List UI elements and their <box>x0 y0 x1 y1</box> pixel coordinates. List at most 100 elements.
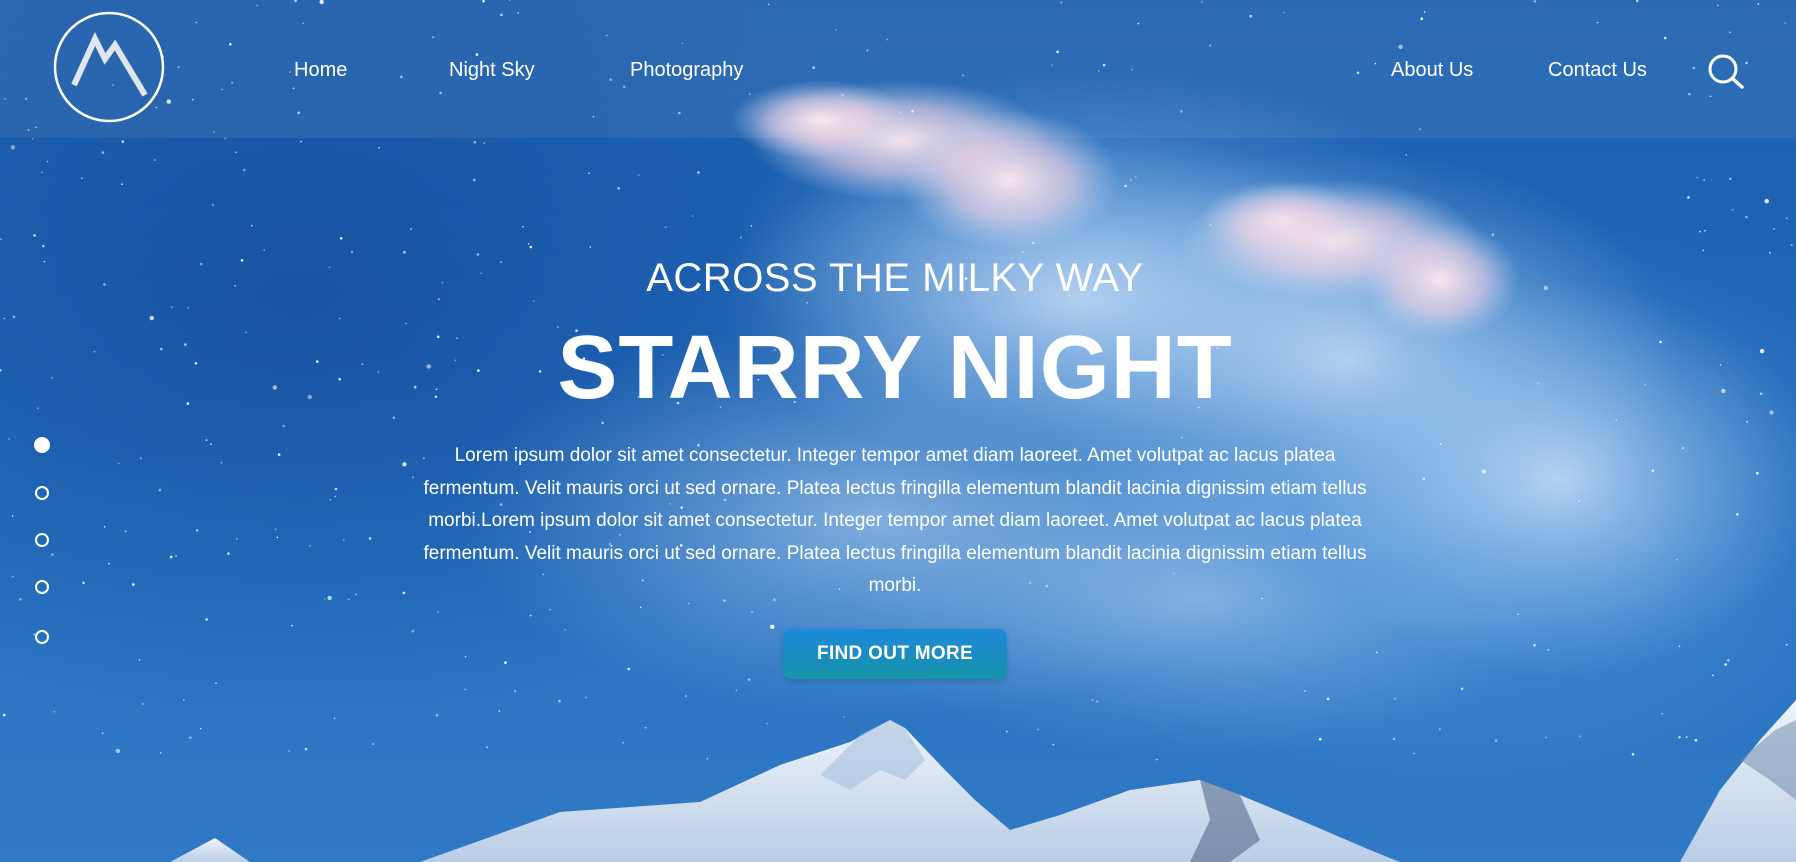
slide-dot-3[interactable] <box>35 533 49 547</box>
nav-link-photography[interactable]: Photography <box>630 57 743 83</box>
star <box>766 722 768 725</box>
star <box>747 678 751 681</box>
nav-link-home[interactable]: Home <box>294 57 347 83</box>
star <box>1678 735 1681 739</box>
star <box>473 178 476 182</box>
star <box>622 742 624 744</box>
star <box>1440 443 1442 446</box>
star <box>1096 700 1098 703</box>
star <box>33 234 36 237</box>
star <box>1439 728 1441 730</box>
star <box>368 537 372 540</box>
star <box>483 142 486 144</box>
star <box>81 177 83 179</box>
star <box>1405 154 1408 156</box>
star <box>549 608 551 611</box>
star <box>687 602 690 605</box>
hero-description: Lorem ipsum dolor sit amet consectetur. … <box>423 445 1367 596</box>
star <box>1135 176 1137 178</box>
star <box>1156 758 1158 761</box>
star <box>1376 651 1378 654</box>
star <box>527 243 530 245</box>
star <box>51 553 54 556</box>
slide-dot-5[interactable] <box>35 630 49 644</box>
star <box>0 238 2 240</box>
star <box>1517 613 1519 616</box>
star <box>1736 513 1739 516</box>
star <box>558 699 561 703</box>
star <box>304 747 308 751</box>
star <box>1631 753 1635 756</box>
star <box>1006 730 1008 733</box>
star <box>402 591 406 595</box>
star <box>1545 736 1548 739</box>
star <box>355 593 358 596</box>
star <box>169 555 173 559</box>
star <box>1181 436 1183 439</box>
slide-dot-1[interactable] <box>34 437 50 453</box>
star <box>1661 712 1664 715</box>
star <box>751 611 753 614</box>
find-out-more-button[interactable]: FIND OUT MORE <box>783 629 1007 679</box>
star <box>1745 215 1748 219</box>
nav-link-contact-us[interactable]: Contact Us <box>1548 57 1647 83</box>
star <box>1578 735 1581 737</box>
star <box>291 624 293 627</box>
star <box>486 746 488 748</box>
star <box>138 659 141 661</box>
nav-link-about-us[interactable]: About Us <box>1391 57 1473 83</box>
star <box>1756 471 1759 475</box>
star <box>101 151 105 154</box>
star <box>1703 179 1705 181</box>
star <box>343 538 345 541</box>
slide-dot-4[interactable] <box>35 580 49 594</box>
star <box>1651 469 1655 472</box>
star <box>235 151 237 153</box>
star <box>159 752 162 754</box>
star <box>1547 649 1550 651</box>
star <box>1578 500 1580 503</box>
star <box>8 438 10 440</box>
star <box>115 748 121 754</box>
star <box>212 204 214 206</box>
star <box>1422 477 1426 481</box>
star <box>41 171 43 174</box>
star <box>412 476 414 479</box>
star <box>11 515 14 517</box>
star <box>142 703 144 705</box>
star <box>282 424 286 428</box>
star <box>334 495 337 498</box>
star <box>522 225 524 228</box>
star <box>339 237 343 240</box>
star <box>347 598 350 601</box>
hero-subtitle: ACROSS THE MILKY WAY <box>646 256 1144 300</box>
star <box>121 183 123 185</box>
star <box>639 606 642 609</box>
star <box>195 529 199 532</box>
star <box>529 614 532 617</box>
slide-dot-2[interactable] <box>35 486 49 500</box>
star <box>329 499 332 501</box>
star <box>53 711 56 713</box>
star <box>1031 241 1035 245</box>
star <box>740 236 742 239</box>
star <box>403 250 406 254</box>
star <box>210 443 212 446</box>
nav-link-night-sky[interactable]: Night Sky <box>449 57 535 83</box>
star <box>1318 737 1322 741</box>
star <box>103 526 106 528</box>
star <box>220 462 223 464</box>
star <box>121 140 125 143</box>
star <box>1130 179 1132 181</box>
star <box>1699 230 1701 233</box>
star <box>402 462 407 467</box>
search-icon[interactable] <box>1706 52 1746 92</box>
star <box>236 538 238 540</box>
star <box>435 713 439 717</box>
star <box>1460 687 1464 691</box>
star <box>187 306 190 309</box>
star <box>1392 737 1396 741</box>
star <box>437 611 439 613</box>
star <box>589 246 592 248</box>
mountain-logo-icon[interactable] <box>53 11 165 123</box>
